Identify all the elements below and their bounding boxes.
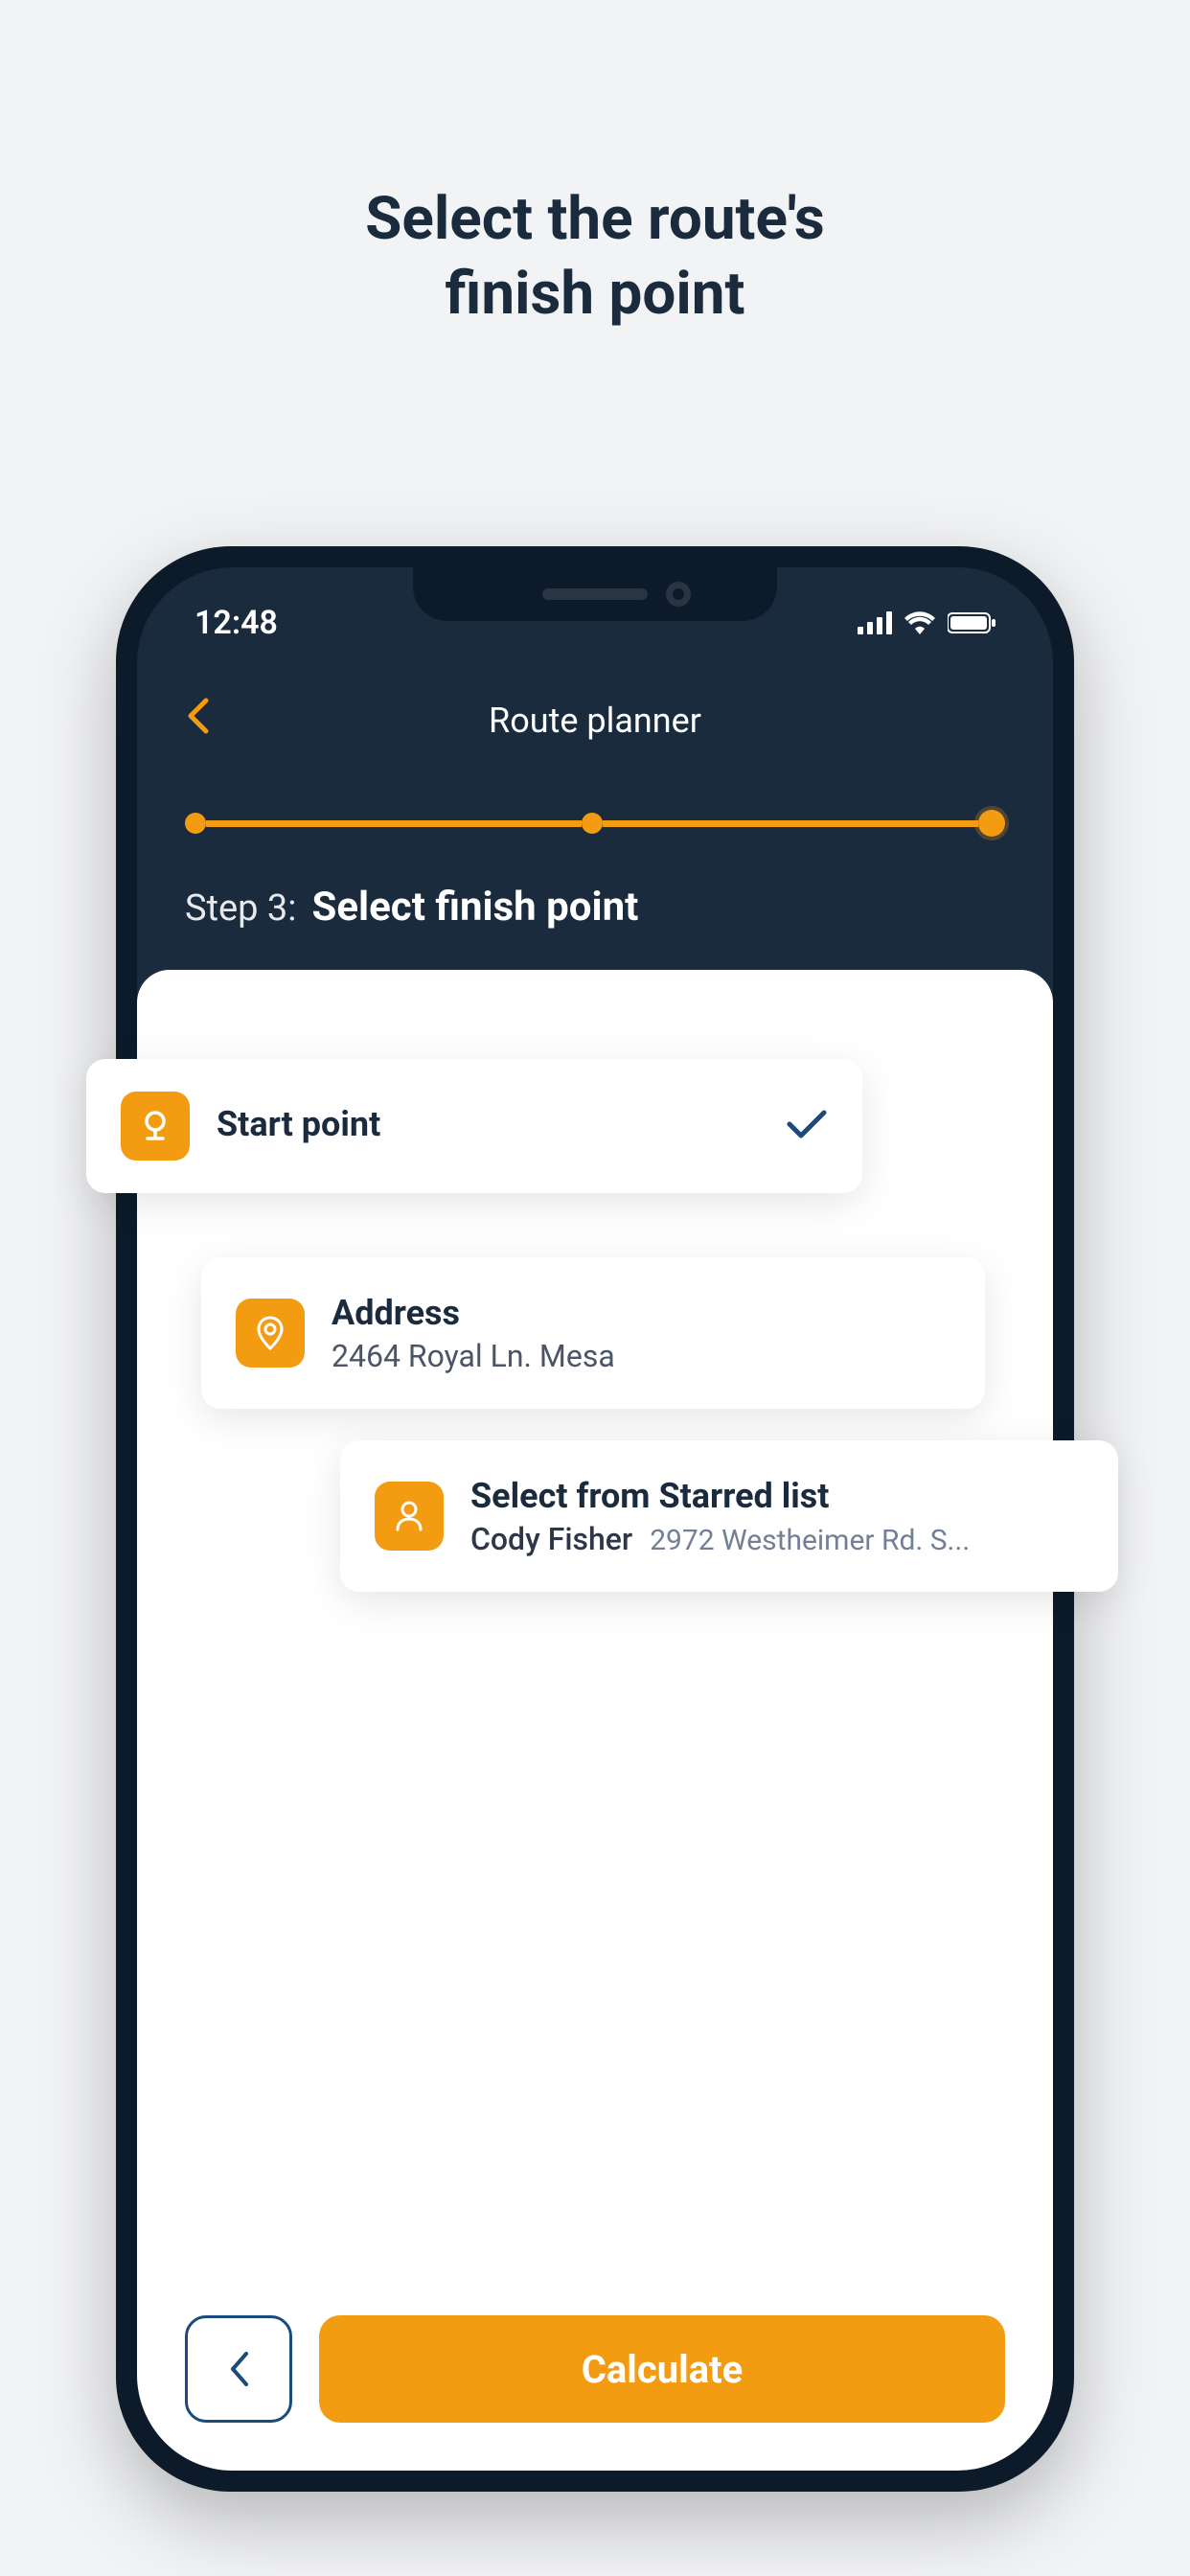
progress-line (206, 820, 582, 827)
card-title: Start point (217, 1104, 759, 1144)
back-button[interactable] (185, 697, 210, 745)
speaker (542, 588, 648, 600)
calculate-label: Calculate (582, 2347, 744, 2392)
chevron-left-icon (225, 2348, 252, 2390)
checkmark-icon (786, 1107, 828, 1145)
progress-dot-3 (978, 810, 1005, 837)
starred-name: Cody Fisher (470, 1521, 632, 1557)
step-text: Select finish point (311, 884, 638, 931)
status-time: 12:48 (195, 604, 278, 642)
previous-button[interactable] (185, 2315, 292, 2423)
cellular-icon (858, 611, 892, 634)
front-camera (666, 582, 691, 607)
starred-address: 2972 Westheimer Rd. S... (650, 1524, 970, 1557)
calculate-button[interactable]: Calculate (319, 2315, 1005, 2423)
battery-icon (948, 611, 995, 634)
pin-icon (236, 1299, 305, 1368)
card-title: Address (332, 1293, 950, 1333)
bottom-bar: Calculate (185, 2315, 1005, 2423)
wifi-icon (904, 611, 936, 634)
phone-notch (413, 567, 777, 621)
content-panel (137, 970, 1053, 2471)
header-title: Route planner (489, 701, 701, 741)
address-card[interactable]: Address 2464 Royal Ln. Mesa (201, 1257, 985, 1409)
start-point-card[interactable]: Start point (86, 1059, 862, 1193)
app-header: Route planner (137, 682, 1053, 759)
progress-bar (185, 812, 1005, 835)
card-subtitle: 2464 Royal Ln. Mesa (332, 1338, 950, 1374)
status-icons (858, 611, 995, 634)
progress-dot-2 (582, 813, 603, 834)
card-title: Select from Starred list (470, 1476, 1084, 1516)
user-icon (375, 1482, 444, 1551)
starred-list-card[interactable]: Select from Starred list Cody Fisher 297… (340, 1440, 1118, 1592)
start-point-icon (121, 1092, 190, 1161)
progress-dot-1 (185, 813, 206, 834)
progress-line (603, 820, 978, 827)
step-label: Step 3: Select finish point (185, 884, 638, 931)
step-number: Step 3: (185, 887, 296, 930)
page-title: Select the route's finish point (0, 182, 1190, 331)
